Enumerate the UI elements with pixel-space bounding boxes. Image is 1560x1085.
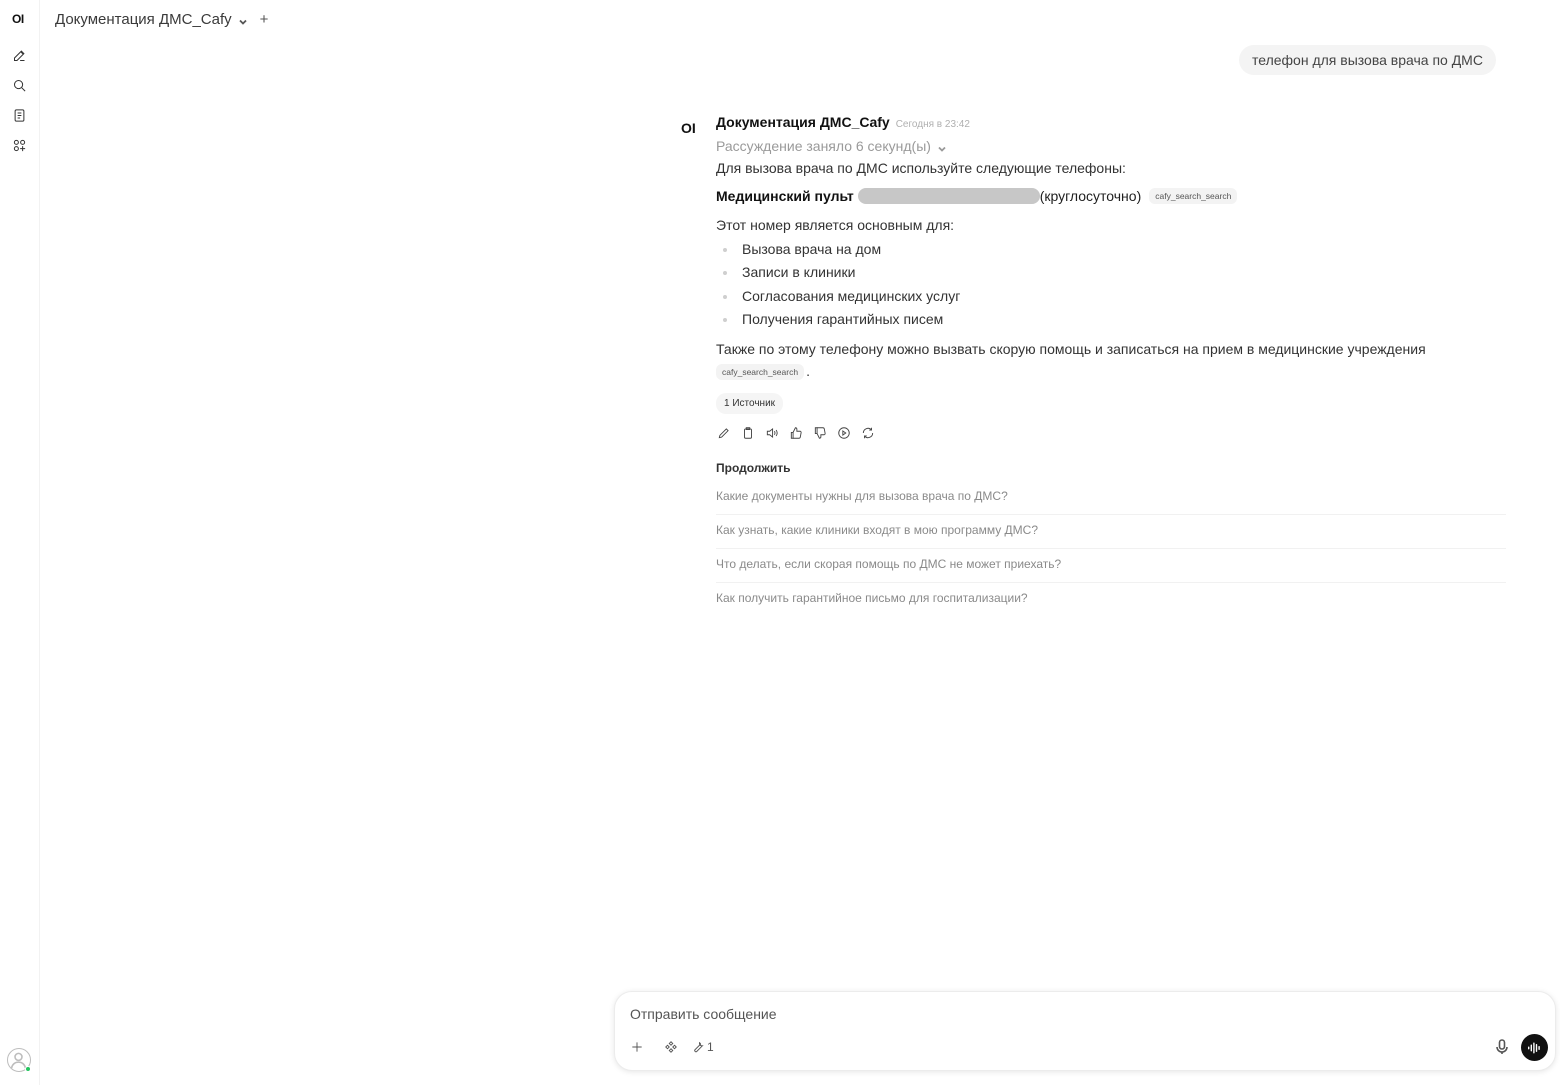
- notes-icon[interactable]: [11, 107, 27, 123]
- phone-line: Медицинский пульт (круглосуточно) cafy_s…: [716, 186, 1506, 206]
- user-message-text: телефон для вызова врача по ДМС: [1252, 52, 1483, 68]
- thumbs-down-icon[interactable]: [812, 425, 828, 441]
- follow-up-suggestions: Какие документы нужны для вызова врача п…: [716, 481, 1506, 617]
- tool-count[interactable]: 1: [707, 1040, 714, 1054]
- chevron-down-icon[interactable]: [937, 141, 947, 152]
- also-text: Также по этому телефону можно вызвать ск…: [716, 339, 1506, 359]
- thumbs-up-icon[interactable]: [788, 425, 804, 441]
- reasoning-label[interactable]: Рассуждение заняло 6 секунд(ы): [716, 138, 931, 154]
- suggestion-item[interactable]: Что делать, если скорая помощь по ДМС не…: [716, 549, 1506, 584]
- play-icon[interactable]: [836, 425, 852, 441]
- workspace-icon[interactable]: [11, 137, 27, 153]
- list-item: Согласования медицинских услуг: [716, 285, 1506, 308]
- used-for-text: Этот номер является основным для:: [716, 217, 955, 233]
- model-name[interactable]: Документация ДМС_Cafy: [55, 11, 232, 28]
- user-message: телефон для вызова врача по ДМС: [1239, 45, 1496, 75]
- sentence-period: .: [806, 362, 810, 379]
- message-timestamp: Сегодня в 23:42: [895, 119, 970, 130]
- regenerate-icon[interactable]: [860, 425, 876, 441]
- speaker-icon[interactable]: [764, 425, 780, 441]
- plus-icon[interactable]: [630, 1039, 644, 1055]
- answer-intro: Для вызова врача по ДМС используйте след…: [716, 160, 1126, 176]
- suggestion-item[interactable]: Как узнать, какие клиники входят в мою п…: [716, 515, 1506, 550]
- redacted-phone-number: [857, 188, 1040, 204]
- model-selector[interactable]: Документация ДМС_Cafy +: [55, 8, 268, 30]
- phone-label: Медицинский пульт: [716, 188, 854, 204]
- waveform-icon[interactable]: [1527, 1042, 1542, 1054]
- sources-button[interactable]: 1 Источник: [716, 393, 784, 415]
- sidebar: OI: [0, 0, 40, 1085]
- suggestion-item[interactable]: Как получить гарантийное письмо для госп…: [716, 583, 1506, 617]
- microphone-icon[interactable]: [1495, 1039, 1509, 1060]
- wrench-icon[interactable]: [691, 1040, 705, 1054]
- assistant-name: Документация ДМС_Cafy: [716, 114, 890, 130]
- list-item: Записи в клиники: [716, 261, 1506, 284]
- integrations-icon[interactable]: [664, 1039, 678, 1055]
- continue-heading: Продолжить: [716, 461, 791, 476]
- citation-chip[interactable]: cafy_search_search: [716, 364, 805, 381]
- list-item: Получения гарантийных писем: [716, 308, 1506, 331]
- phone-suffix: (круглосуточно): [1039, 188, 1142, 204]
- reasoning-toggle[interactable]: Рассуждение заняло 6 секунд(ы): [716, 138, 1506, 154]
- new-chat-icon[interactable]: [11, 47, 27, 63]
- also-sentence: Также по этому телефону можно вызвать ск…: [716, 341, 1426, 358]
- copy-icon[interactable]: [740, 425, 756, 441]
- add-model-button[interactable]: +: [260, 11, 269, 28]
- voice-mode-button[interactable]: [1521, 1034, 1548, 1061]
- edit-icon[interactable]: [716, 425, 732, 441]
- usage-list: Вызова врача на дом Записи в клиники Сог…: [716, 238, 1506, 331]
- assistant-avatar: OI: [681, 120, 696, 136]
- search-icon[interactable]: [11, 77, 27, 93]
- message-composer: 1: [614, 991, 1556, 1071]
- message-input[interactable]: [630, 1006, 1430, 1022]
- list-item: Вызова врача на дом: [716, 238, 1506, 261]
- chevron-down-icon[interactable]: [238, 14, 248, 25]
- citation-chip[interactable]: cafy_search_search: [1149, 188, 1238, 204]
- message-actions: [716, 425, 1506, 441]
- suggestion-item[interactable]: Какие документы нужны для вызова врача п…: [716, 481, 1506, 516]
- app-logo[interactable]: OI: [12, 12, 24, 26]
- online-status-dot: [25, 1066, 31, 1072]
- tools-button[interactable]: 1: [691, 1039, 714, 1055]
- assistant-message: Документация ДМС_Cafy Сегодня в 23:42 Ра…: [716, 114, 1506, 617]
